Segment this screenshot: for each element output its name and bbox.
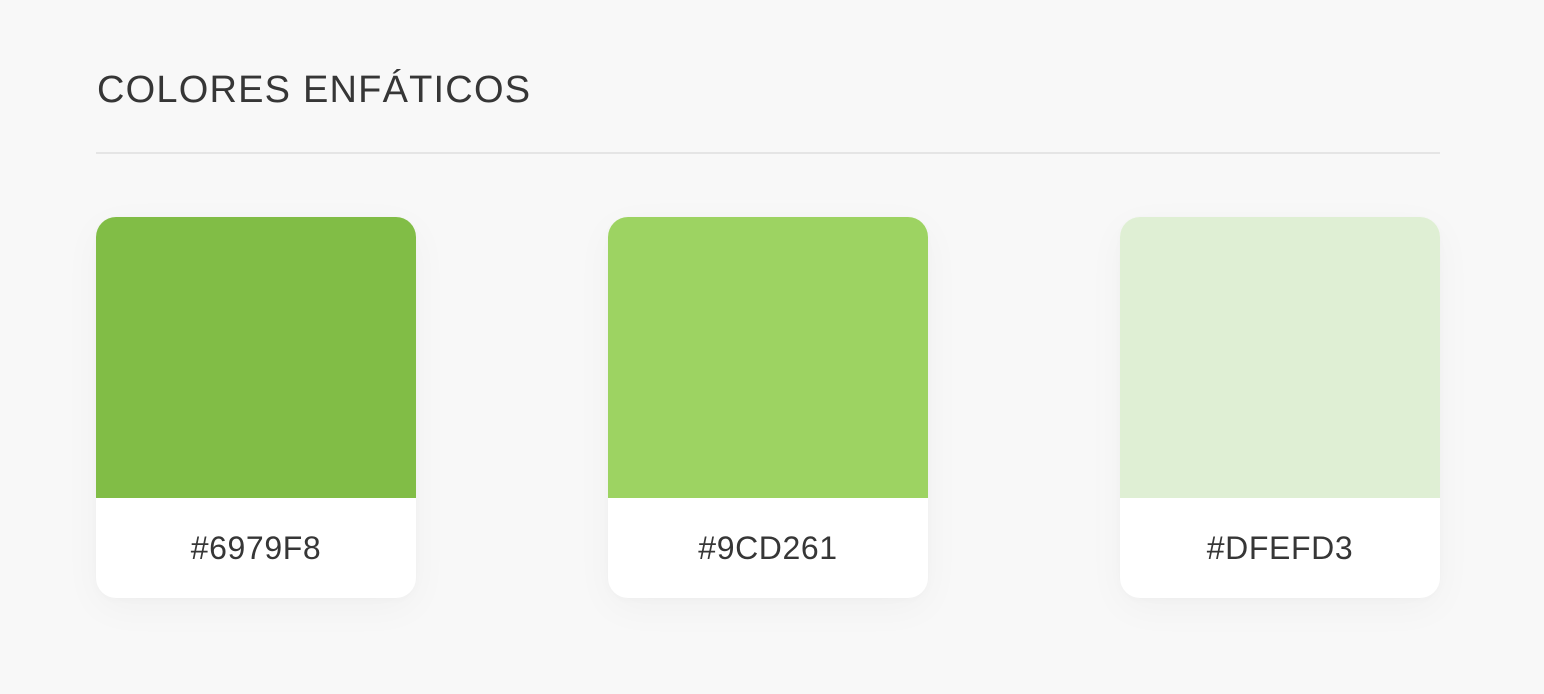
section-divider <box>96 152 1440 154</box>
color-swatch-hex-label: #6979F8 <box>190 529 322 566</box>
color-swatch-hex-label: #9CD261 <box>698 529 838 566</box>
swatch-row: #6979F8 #9CD261 #DFEFD3 <box>96 217 1440 598</box>
color-swatch-fill <box>608 217 928 498</box>
color-swatch-hex-label: #DFEFD3 <box>1206 529 1354 566</box>
color-swatch-fill <box>96 217 416 498</box>
color-swatch-card[interactable]: #6979F8 <box>96 217 416 598</box>
section-title: COLORES ENFÁTICOS <box>97 69 532 111</box>
color-swatch-card[interactable]: #DFEFD3 <box>1120 217 1440 598</box>
color-swatch-card[interactable]: #9CD261 <box>608 217 928 598</box>
color-swatch-fill <box>1120 217 1440 498</box>
